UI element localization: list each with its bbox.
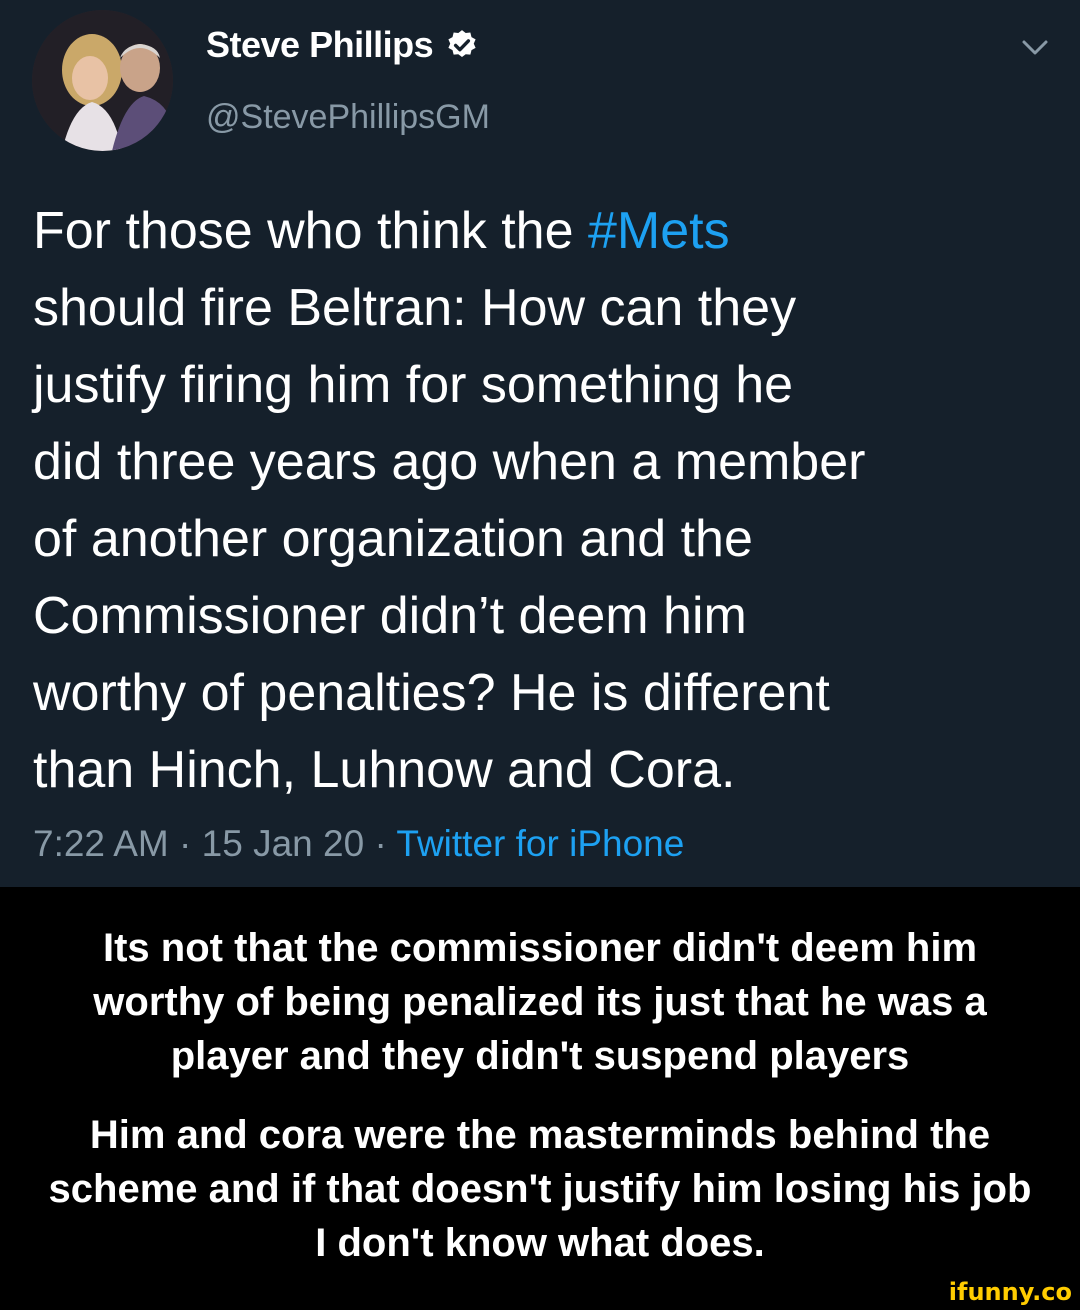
tweet-text-line: Commissioner didn’t deem him — [33, 587, 747, 645]
meta-separator: · — [364, 823, 397, 864]
tweet-text-line: than Hinch, Luhnow and Cora. — [33, 741, 736, 799]
tweet-time[interactable]: 7:22 AM — [33, 823, 169, 864]
avatar[interactable] — [32, 10, 173, 151]
watermark: ifunny.co — [948, 1278, 1072, 1306]
tweet-date[interactable]: 15 Jan 20 — [202, 823, 365, 864]
tweet-text-line: For those who think the #Mets — [33, 202, 730, 260]
tweet-text-line: worthy of penalties? He is different — [33, 664, 830, 722]
tweet-meta: 7:22 AM · 15 Jan 20 · Twitter for iPhone — [33, 823, 684, 865]
tweet-text: For those who think the #Mets should fir… — [33, 193, 1043, 809]
avatar-photo — [32, 10, 173, 151]
tweet-text-line: should fire Beltran: How can they — [33, 279, 797, 337]
caption-paragraph-1: Its not that the commissioner didn't dee… — [0, 921, 1080, 1083]
caption-line: I don't know what does. — [315, 1221, 765, 1265]
meta-separator: · — [168, 823, 202, 864]
tweet-text-line: of another organization and the — [33, 510, 753, 568]
tweet-text-line: justify firing him for something he — [33, 356, 794, 414]
caption-paragraph-2: Him and cora were the masterminds behind… — [0, 1108, 1080, 1270]
hashtag-link[interactable]: #Mets — [588, 202, 730, 260]
tweet-source-link[interactable]: Twitter for iPhone — [396, 823, 684, 864]
tweet-text-line: did three years ago when a member — [33, 433, 866, 491]
caption-line: scheme and if that doesn't justify him l… — [48, 1167, 1032, 1211]
tweet-card: Steve Phillips @StevePhillipsGM For thos… — [0, 0, 1080, 887]
author-row: Steve Phillips — [206, 24, 479, 66]
author-handle[interactable]: @StevePhillipsGM — [206, 98, 490, 137]
caption-line: Its not that the commissioner didn't dee… — [102, 926, 978, 970]
chevron-down-icon[interactable] — [1020, 36, 1050, 60]
author-name[interactable]: Steve Phillips — [206, 24, 434, 66]
caption-line: player and they didn't suspend players — [170, 1034, 910, 1078]
verified-badge-icon — [448, 30, 476, 58]
caption-line: Him and cora were the masterminds behind… — [89, 1113, 991, 1157]
caption-line: worthy of being penalized its just that … — [93, 980, 987, 1024]
